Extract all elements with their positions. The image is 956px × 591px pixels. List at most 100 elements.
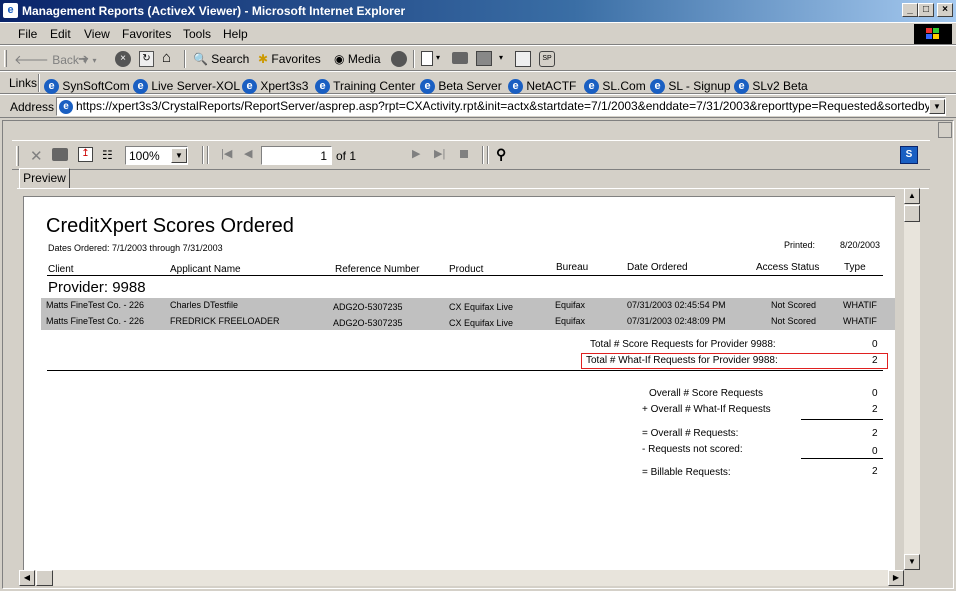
col-bureau: Bureau	[556, 262, 589, 273]
discuss-icon[interactable]	[515, 51, 531, 67]
ie-link-icon: e	[315, 79, 330, 95]
link-sl-signup[interactable]: e SL - Signup	[650, 79, 731, 95]
scroll-thumb[interactable]	[904, 205, 920, 222]
tab-preview[interactable]: Preview	[19, 168, 70, 189]
history-icon[interactable]	[391, 51, 407, 67]
media-icon: ◉	[334, 52, 345, 66]
window-title-bar[interactable]: e Management Reports (ActiveX Viewer) - …	[0, 0, 956, 22]
edit-icon[interactable]	[476, 51, 492, 66]
media-button[interactable]: ◉ Media	[334, 52, 381, 66]
report-horizontal-scrollbar[interactable]: ◀ ▶	[19, 570, 904, 586]
print-icon[interactable]	[452, 52, 468, 64]
last-page-icon[interactable]: ▶|	[434, 147, 445, 160]
ie-link-icon: e	[133, 79, 148, 95]
overall-requests-label: = Overall # Requests:	[642, 428, 739, 439]
scroll-down-icon[interactable]: ▼	[904, 554, 920, 570]
link-training-center[interactable]: e Training Center	[315, 79, 415, 95]
menu-tools[interactable]: Tools	[183, 27, 211, 41]
ie-link-icon: e	[734, 79, 749, 95]
export-icon[interactable]: ↥	[78, 147, 93, 162]
stop-icon[interactable]: ×	[115, 51, 131, 67]
group-tree-icon[interactable]: ☷	[102, 148, 113, 162]
mail-icon[interactable]	[421, 51, 433, 66]
hscroll-thumb[interactable]	[36, 570, 53, 586]
zoom-dropdown-icon[interactable]: ▼	[171, 148, 187, 163]
ie-page-icon: e	[59, 99, 73, 114]
overall-whatif-label: + Overall # What-If Requests	[642, 404, 771, 415]
ie-link-icon: e	[650, 79, 665, 95]
minimize-button[interactable]: _	[902, 3, 918, 17]
menu-favorites[interactable]: Favorites	[122, 27, 171, 41]
close-view-icon[interactable]: ✕	[30, 147, 43, 165]
menu-edit[interactable]: Edit	[50, 27, 71, 41]
col-date-ordered: Date Ordered	[627, 262, 688, 273]
refresh-icon[interactable]: ↻	[139, 51, 154, 67]
not-scored-value: 0	[872, 446, 878, 457]
printed-date: 8/20/2003	[840, 240, 881, 250]
report-vertical-scrollbar[interactable]: ▲ ▼	[904, 188, 920, 570]
link-netactf[interactable]: e NetACTF	[508, 79, 576, 95]
first-page-icon[interactable]: |◀	[221, 147, 232, 160]
col-product: Product	[449, 264, 484, 275]
link-live-server[interactable]: e Live Server-XOL	[133, 79, 240, 95]
ie-link-icon: e	[242, 79, 257, 95]
window-title: Management Reports (ActiveX Viewer) - Mi…	[22, 4, 406, 18]
overall-requests-value: 2	[872, 428, 878, 439]
prev-page-icon[interactable]: ◀	[244, 147, 252, 160]
favorites-icon: ✱	[258, 52, 269, 66]
zoom-select[interactable]: 100% ▼	[125, 146, 188, 165]
ie-link-icon: e	[44, 79, 59, 95]
stop-loading-icon[interactable]	[460, 150, 468, 158]
print-report-icon[interactable]	[52, 148, 68, 161]
menu-help[interactable]: Help	[223, 27, 248, 41]
ie-link-icon: e	[584, 79, 599, 95]
page-scrollbar[interactable]	[938, 122, 952, 138]
link-xpert3s3[interactable]: e Xpert3s3	[242, 79, 308, 95]
page-number-input[interactable]: 1	[261, 146, 332, 165]
maximize-button[interactable]: □	[918, 3, 934, 17]
messenger-icon[interactable]: SP	[539, 51, 555, 67]
link-sl-com[interactable]: e SL.Com	[584, 79, 646, 95]
close-button[interactable]: ×	[937, 3, 953, 17]
link-beta-server[interactable]: e Beta Server	[420, 79, 502, 95]
windows-logo-icon	[914, 24, 952, 44]
scroll-right-icon[interactable]: ▶	[888, 570, 904, 586]
ie-link-icon: e	[508, 79, 523, 95]
provider-score-total-value: 0	[872, 339, 878, 350]
provider-header: Provider: 9988	[48, 279, 146, 296]
billable-label: = Billable Requests:	[642, 467, 731, 478]
scroll-up-icon[interactable]: ▲	[904, 188, 920, 204]
favorites-button[interactable]: ✱ Favorites	[258, 52, 321, 66]
overall-score-label: Overall # Score Requests	[649, 388, 763, 399]
viewer-toolbar: ✕ ↥ ☷ 100% ▼ |◀ ◀ 1 of 1 ▶ ▶| ⚲ S	[12, 140, 930, 170]
col-access-status: Access Status	[756, 262, 820, 273]
menu-bar: File Edit View Favorites Tools Help	[0, 22, 956, 45]
menu-view[interactable]: View	[84, 27, 110, 41]
scroll-left-icon[interactable]: ◀	[19, 570, 35, 586]
report-title: CreditXpert Scores Ordered	[46, 215, 294, 237]
col-type: Type	[844, 262, 866, 273]
search-icon: 🔍	[193, 52, 208, 66]
col-applicant: Applicant Name	[170, 264, 241, 275]
printed-label: Printed:	[784, 240, 816, 250]
provider-whatif-total-value: 2	[872, 355, 878, 366]
address-dropdown-button[interactable]: ▼	[929, 99, 945, 114]
col-reference: Reference Number	[335, 264, 420, 275]
overall-score-value: 0	[872, 388, 878, 399]
crystal-logo-icon: S	[900, 146, 918, 164]
link-synsoftcom[interactable]: e SynSoftCom	[44, 79, 130, 95]
back-arrow-icon: 🡐	[14, 52, 49, 67]
address-input[interactable]: e https://xpert3s3/CrystalReports/ReportS…	[56, 97, 946, 116]
ie-page-icon: e	[3, 3, 18, 18]
next-page-icon[interactable]: ▶	[412, 147, 420, 160]
forward-button[interactable]: ➔ ▾	[78, 51, 97, 67]
menu-file[interactable]: File	[18, 27, 37, 41]
link-slv2-beta[interactable]: e SLv2 Beta	[734, 79, 808, 95]
billable-value: 2	[872, 466, 878, 477]
search-button[interactable]: 🔍 Search	[193, 52, 249, 66]
search-text-icon[interactable]: ⚲	[496, 146, 506, 163]
overall-whatif-value: 2	[872, 404, 878, 415]
links-label: Links	[9, 76, 38, 90]
home-icon[interactable]: ⌂	[162, 49, 171, 66]
address-bar: Address e https://xpert3s3/CrystalReports…	[0, 94, 956, 118]
